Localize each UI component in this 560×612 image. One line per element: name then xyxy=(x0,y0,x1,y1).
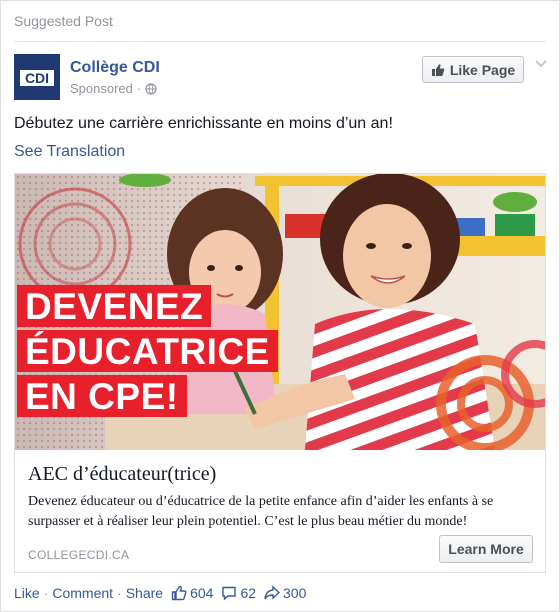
like-count-value: 604 xyxy=(190,585,214,601)
header-divider xyxy=(14,41,546,42)
ad-domain: COLLEGECDI.CA xyxy=(28,548,130,562)
separator-dot: · xyxy=(136,81,142,96)
comment-count-value: 62 xyxy=(240,585,257,601)
post-actions: Like · Comment · Share 604 62 300 xyxy=(14,585,306,601)
post-message: Débutez une carrière enrichissante en mo… xyxy=(14,115,393,132)
share-count[interactable]: 300 xyxy=(264,585,306,601)
learn-more-button[interactable]: Learn More xyxy=(439,535,533,563)
separator-dot: · xyxy=(43,585,49,601)
chevron-down-icon[interactable] xyxy=(534,59,548,69)
ad-attachment[interactable]: DEVENEZ ÉDUCATRICE EN CPE! AEC d’éducate… xyxy=(14,173,546,573)
like-link[interactable]: Like xyxy=(14,585,40,601)
page-logo[interactable]: CDI xyxy=(14,54,60,100)
ad-description: Devenez éducateur ou d’éducatrice de la … xyxy=(28,494,494,529)
thumbs-up-icon xyxy=(171,585,187,601)
like-page-label: Like Page xyxy=(449,61,516,78)
share-count-value: 300 xyxy=(283,585,307,601)
like-count[interactable]: 604 xyxy=(171,585,213,601)
cdi-logo-icon: CDI xyxy=(16,56,58,98)
banner-line-1: DEVENEZ xyxy=(17,285,212,327)
comment-bubble-icon xyxy=(222,586,237,601)
ad-hero-image[interactable]: DEVENEZ ÉDUCATRICE EN CPE! xyxy=(15,174,545,450)
page-name-link[interactable]: Collège CDI xyxy=(70,59,160,77)
comment-count[interactable]: 62 xyxy=(221,585,256,601)
thumbs-up-icon xyxy=(431,63,445,76)
sponsored-text: Sponsored xyxy=(70,81,133,96)
globe-icon xyxy=(145,82,157,95)
separator-dot: · xyxy=(117,585,122,601)
banner-line-2: ÉDUCATRICE xyxy=(17,330,278,372)
share-arrow-icon xyxy=(264,585,281,600)
share-link[interactable]: Share xyxy=(126,585,163,601)
ad-title[interactable]: AEC d’éducateur(trice) xyxy=(28,463,216,486)
banner-line-3: EN CPE! xyxy=(17,375,187,417)
logo-text: CDI xyxy=(25,70,49,86)
see-translation-link[interactable]: See Translation xyxy=(14,143,125,161)
suggested-post-label: Suggested Post xyxy=(14,13,113,29)
suggested-post-card: Suggested Post CDI Collège CDI Sponsored… xyxy=(0,0,560,612)
sponsored-label: Sponsored · xyxy=(70,81,157,96)
like-page-button[interactable]: Like Page xyxy=(422,56,524,83)
comment-link[interactable]: Comment xyxy=(52,585,113,601)
